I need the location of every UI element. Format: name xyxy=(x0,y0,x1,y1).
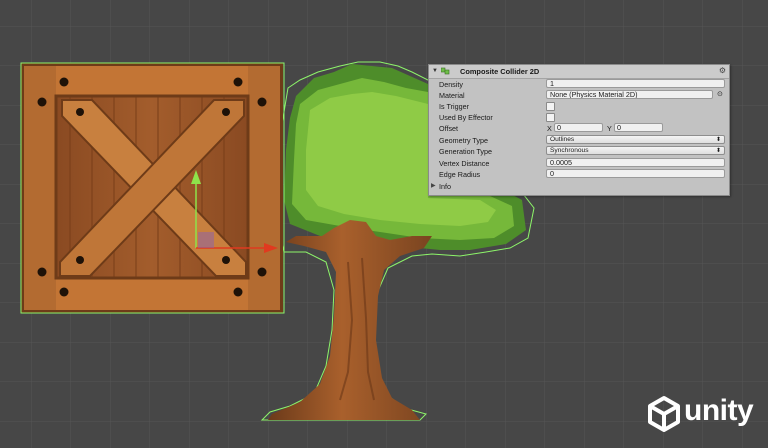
material-row: Material None (Physics Material 2D) ⊙ xyxy=(429,90,729,101)
scene-view[interactable]: ▼ Composite Collider 2D ⚙ Density 1 Mate… xyxy=(0,0,768,448)
offset-row: Offset X 0 Y 0 xyxy=(429,123,729,134)
dropdown-arrows-icon: ⬍ xyxy=(715,148,721,154)
vertex-distance-row: Vertex Distance 0.0005 xyxy=(429,158,729,169)
is-trigger-row: Is Trigger xyxy=(429,101,729,112)
edge-radius-label: Edge Radius xyxy=(439,170,481,179)
used-by-effector-checkbox[interactable] xyxy=(546,113,555,122)
dropdown-arrows-icon: ⬍ xyxy=(715,137,721,143)
geometry-type-dropdown[interactable]: Outlines ⬍ xyxy=(546,135,725,144)
component-header[interactable]: ▼ Composite Collider 2D ⚙ xyxy=(429,65,729,79)
gizmo-center-handle xyxy=(198,232,214,248)
composite-collider-icon xyxy=(441,67,450,75)
density-row: Density 1 xyxy=(429,79,729,90)
used-by-effector-row: Used By Effector xyxy=(429,112,729,123)
unity-wordmark: unity xyxy=(684,394,754,427)
geometry-type-value: Outlines xyxy=(550,136,575,143)
foldout-arrow-icon[interactable]: ▶ xyxy=(431,182,436,189)
generation-type-value: Synchronous xyxy=(550,147,589,154)
gear-icon[interactable]: ⚙ xyxy=(719,66,726,75)
offset-y-field[interactable]: 0 xyxy=(614,123,663,132)
is-trigger-label: Is Trigger xyxy=(439,102,469,111)
info-label: Info xyxy=(439,182,451,191)
material-field[interactable]: None (Physics Material 2D) xyxy=(546,90,713,99)
info-foldout[interactable]: ▶ Info xyxy=(429,181,729,192)
inspector-panel: ▼ Composite Collider 2D ⚙ Density 1 Mate… xyxy=(428,64,730,196)
geometry-type-label: Geometry Type xyxy=(439,136,489,145)
offset-x-label: X xyxy=(547,124,552,133)
is-trigger-checkbox[interactable] xyxy=(546,102,555,111)
edge-radius-row: Edge Radius 0 xyxy=(429,169,729,180)
offset-x-field[interactable]: 0 xyxy=(554,123,603,132)
generation-type-row: Generation Type Synchronous ⬍ xyxy=(429,146,729,157)
edge-radius-field[interactable]: 0 xyxy=(546,169,725,178)
generation-type-label: Generation Type xyxy=(439,147,493,156)
generation-type-dropdown[interactable]: Synchronous ⬍ xyxy=(546,146,725,155)
offset-label: Offset xyxy=(439,124,459,133)
component-title: Composite Collider 2D xyxy=(460,67,540,76)
object-picker-icon[interactable]: ⊙ xyxy=(717,90,723,98)
foldout-arrow-icon[interactable]: ▼ xyxy=(432,68,438,74)
offset-y-label: Y xyxy=(607,124,612,133)
material-label: Material xyxy=(439,91,465,100)
vertex-distance-label: Vertex Distance xyxy=(439,159,490,168)
crate-sprite xyxy=(20,62,285,314)
used-by-effector-label: Used By Effector xyxy=(439,113,493,122)
vertex-distance-field[interactable]: 0.0005 xyxy=(546,158,725,167)
geometry-type-row: Geometry Type Outlines ⬍ xyxy=(429,135,729,146)
density-label: Density xyxy=(439,80,463,89)
density-field[interactable]: 1 xyxy=(546,79,725,88)
